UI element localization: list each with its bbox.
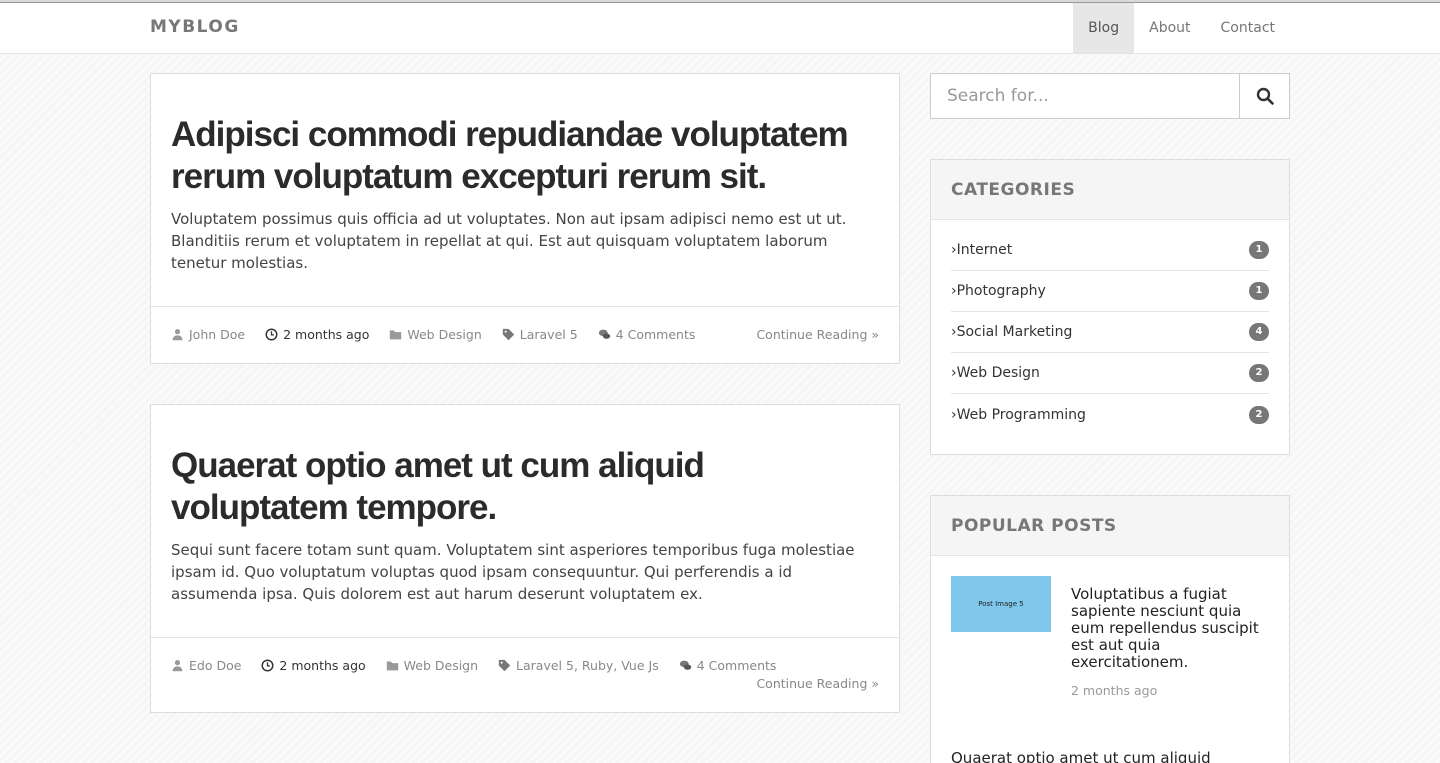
tag-icon: [502, 328, 514, 341]
user-icon: [172, 329, 183, 341]
post-comments[interactable]: 4 Comments: [598, 327, 696, 342]
categories-widget: CATEGORIES ›Internet 1 ›Photography 1 ›S…: [930, 159, 1290, 455]
popular-posts-title: POPULAR POSTS: [931, 496, 1289, 556]
post-category-name: Web Design: [403, 658, 479, 673]
category-label: ›Internet: [951, 242, 1013, 258]
popular-post-title[interactable]: Voluptatibus a fugiat sapiente nesciunt …: [1071, 586, 1269, 671]
nav-link-contact[interactable]: Contact: [1206, 3, 1290, 53]
popular-post-date: 2 months ago: [1071, 683, 1158, 698]
post-comments-count: 4 Comments: [615, 327, 696, 342]
post-time: 2 months ago: [265, 327, 369, 342]
popular-post-title[interactable]: Quaerat optio amet ut cum aliquid: [931, 698, 1289, 763]
post-category-name: Web Design: [407, 327, 482, 342]
brand-logo[interactable]: MYBLOG: [150, 17, 240, 37]
search-input[interactable]: [931, 74, 1239, 118]
clock-icon: [261, 659, 274, 672]
post-body: Adipisci commodi repudiandae voluptatem …: [151, 74, 899, 307]
category-item-photography[interactable]: ›Photography 1: [951, 271, 1269, 312]
nav-link-blog[interactable]: Blog: [1073, 3, 1135, 53]
post-tags[interactable]: Laravel 5, Ruby, Vue Js: [498, 658, 659, 673]
search-icon: [1256, 87, 1274, 105]
user-icon: [172, 660, 183, 672]
category-count-badge: 2: [1249, 405, 1269, 424]
popular-post-info: Voluptatibus a fugiat sapiente nesciunt …: [1071, 576, 1269, 699]
category-label: ›Web Programming: [951, 406, 1086, 423]
post-title[interactable]: Adipisci commodi repudiandae voluptatem …: [171, 114, 879, 198]
category-item-internet[interactable]: ›Internet 1: [951, 230, 1269, 271]
post-comments-count: 4 Comments: [696, 658, 777, 673]
navbar: MYBLOG Blog About Contact: [0, 3, 1440, 54]
search-box: [930, 73, 1290, 119]
post-author[interactable]: John Doe: [171, 327, 245, 342]
post-tags-text: Laravel 5, Ruby, Vue Js: [516, 658, 659, 673]
category-label: ›Web Design: [951, 365, 1040, 381]
post-excerpt: Sequi sunt facere totam sunt quam. Volup…: [171, 541, 855, 603]
comments-icon: [679, 660, 691, 670]
post-body: Quaerat optio amet ut cum aliquid volupt…: [151, 405, 899, 638]
post-time-text: 2 months ago: [279, 658, 366, 673]
post-author-name: Edo Doe: [189, 658, 242, 673]
comments-icon: [598, 329, 610, 339]
category-label: ›Photography: [951, 283, 1046, 299]
post-time-text: 2 months ago: [283, 327, 370, 342]
post-tags-text: Laravel 5: [519, 327, 578, 342]
post-excerpt: Voluptatem possimus quis officia ad ut v…: [171, 210, 847, 272]
categories-title: CATEGORIES: [931, 160, 1289, 220]
post-time: 2 months ago: [261, 658, 366, 673]
nav-link-about[interactable]: About: [1134, 3, 1205, 53]
post-author-name: John Doe: [189, 327, 246, 342]
category-item-web-programming[interactable]: ›Web Programming 2: [951, 394, 1269, 435]
post-meta: John Doe 2 months ago Web Design Laravel…: [151, 307, 899, 362]
categories-list: ›Internet 1 ›Photography 1 ›Social Marke…: [931, 220, 1289, 455]
post-card: Quaerat optio amet ut cum aliquid volupt…: [150, 404, 900, 713]
popular-post-item[interactable]: Post Image 5 Voluptatibus a fugiat sapie…: [931, 556, 1289, 698]
post-title[interactable]: Quaerat optio amet ut cum aliquid volupt…: [171, 445, 879, 529]
category-item-social-marketing[interactable]: ›Social Marketing 4: [951, 312, 1269, 353]
category-count-badge: 1: [1249, 241, 1269, 259]
category-count-badge: 2: [1249, 364, 1269, 382]
popular-post-thumbnail[interactable]: Post Image 5: [951, 576, 1051, 632]
category-item-web-design[interactable]: ›Web Design 2: [951, 353, 1269, 394]
post-comments[interactable]: 4 Comments: [679, 658, 777, 673]
search-button[interactable]: [1239, 74, 1289, 118]
continue-reading-link[interactable]: Continue Reading »: [756, 327, 879, 342]
post-author[interactable]: Edo Doe: [171, 658, 241, 673]
post-category[interactable]: Web Design: [386, 658, 478, 673]
post-tags[interactable]: Laravel 5: [502, 327, 578, 342]
thumbnail-label: Post Image 5: [978, 600, 1024, 608]
category-label: ›Social Marketing: [951, 324, 1073, 340]
post-card: Adipisci commodi repudiandae voluptatem …: [150, 73, 900, 364]
popular-posts-widget: POPULAR POSTS Post Image 5 Voluptatibus …: [930, 495, 1290, 763]
category-count-badge: 4: [1249, 323, 1269, 341]
tag-icon: [498, 659, 511, 672]
clock-icon: [265, 328, 278, 341]
folder-icon: [390, 330, 402, 340]
continue-reading-link[interactable]: Continue Reading »: [756, 676, 879, 691]
post-meta: Edo Doe 2 months ago Web Design Laravel …: [151, 638, 899, 693]
category-count-badge: 1: [1249, 282, 1269, 300]
post-category[interactable]: Web Design: [389, 327, 482, 342]
folder-icon: [386, 661, 398, 671]
nav-links: Blog About Contact: [1073, 3, 1290, 53]
